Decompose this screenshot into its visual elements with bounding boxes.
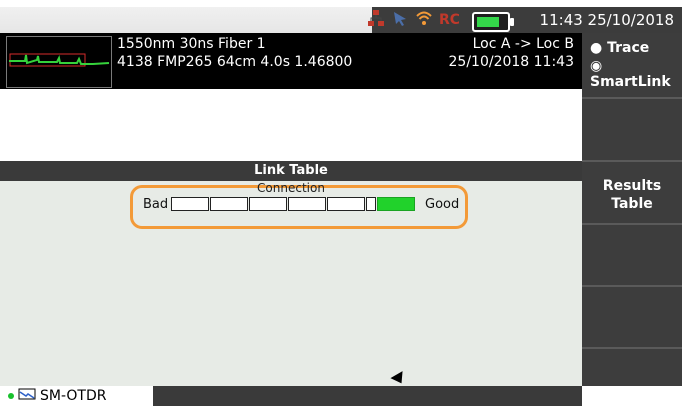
measurement-header: 1550nm 30ns Fiber 1 4138 FMP265 64cm 4.0… <box>0 33 582 89</box>
results-table-button[interactable]: Results Table <box>582 177 682 213</box>
blank-area <box>0 89 582 161</box>
quality-segment-active <box>377 197 415 211</box>
bottom-strip <box>153 386 582 406</box>
measurement-datetime: 25/10/2018 11:43 <box>448 54 575 70</box>
status-icons: RC <box>367 9 460 31</box>
trace-option[interactable]: ● Trace <box>590 40 649 56</box>
good-label: Good <box>425 197 460 212</box>
status-bar-left <box>0 7 372 33</box>
otdr-icon <box>18 388 36 404</box>
status-time: 11:43 25/10/2018 <box>539 11 674 29</box>
app-frame: RC 11:43 25/10/2018 1550nm 30ns Fiber 1 … <box>0 0 682 406</box>
softkey-divider <box>582 223 682 225</box>
measurement-line2: 4138 FMP265 64cm 4.0s 1.46800 <box>117 54 353 70</box>
svg-text:RC: RC <box>439 12 459 27</box>
status-bar: RC 11:43 25/10/2018 <box>0 7 682 33</box>
bottom-bar: SM-OTDR <box>0 386 682 406</box>
cursor-icon <box>391 9 409 31</box>
link-table-title: Link Table <box>0 161 582 181</box>
quality-segment <box>171 197 209 211</box>
quality-segment <box>249 197 287 211</box>
location-text: Loc A -> Loc B <box>472 36 574 52</box>
measurement-line1: 1550nm 30ns Fiber 1 <box>117 36 266 52</box>
radio-icon: ● <box>590 40 603 56</box>
network-icon <box>367 9 385 31</box>
bad-label: Bad <box>143 197 169 212</box>
trace-thumbnail[interactable] <box>6 36 112 88</box>
quality-segment <box>327 197 365 211</box>
softkey-panel: ● Trace ◉ SmartLink Results Table <box>582 33 682 406</box>
status-dot <box>8 393 14 399</box>
radio-icon: ◉ <box>590 58 603 74</box>
quality-bar <box>171 197 416 211</box>
connection-label: Connection <box>257 181 325 195</box>
mode-indicator[interactable]: SM-OTDR <box>8 388 107 404</box>
battery-icon <box>472 12 514 32</box>
quality-segment <box>288 197 326 211</box>
softkey-divider <box>582 347 682 349</box>
softkey-divider <box>582 97 682 99</box>
wifi-icon <box>415 9 433 31</box>
quality-segment <box>210 197 248 211</box>
softkey-divider <box>582 160 682 162</box>
rc-icon: RC <box>439 9 460 31</box>
smartlink-option[interactable]: ◉ SmartLink <box>590 58 682 90</box>
softkey-divider <box>582 285 682 287</box>
quality-segment <box>366 197 376 211</box>
